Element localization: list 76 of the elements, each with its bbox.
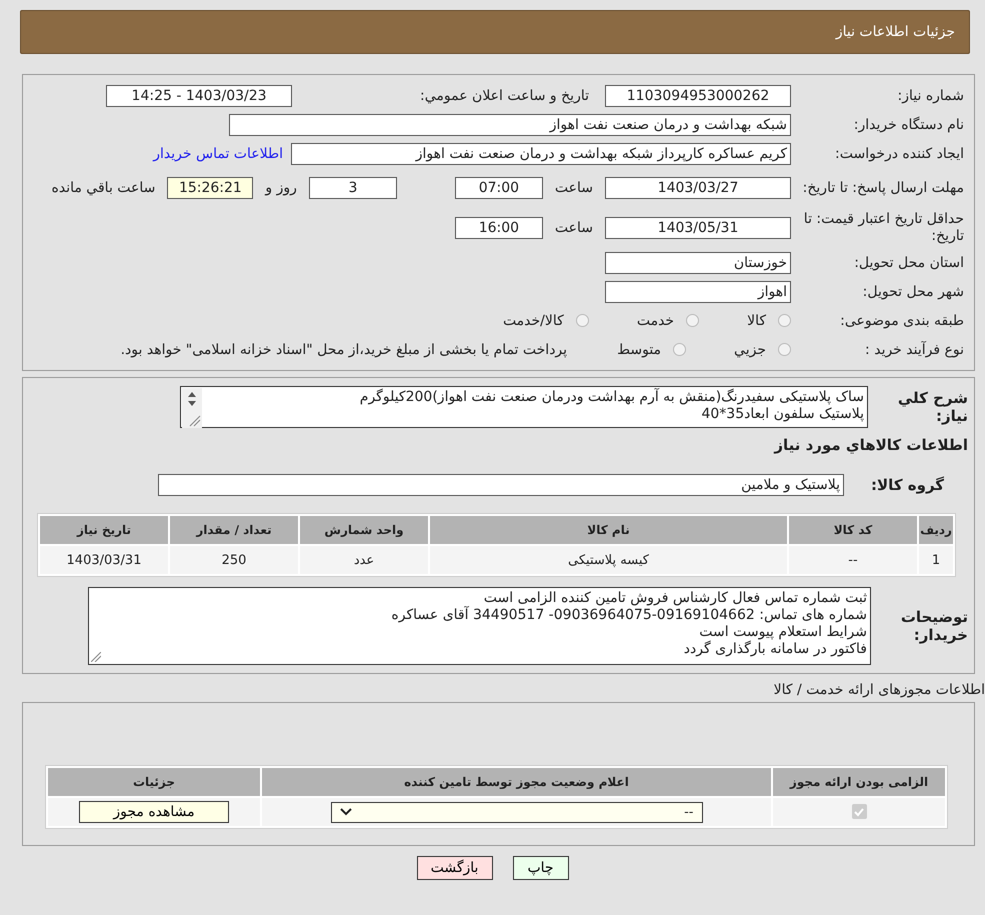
field-label: توضیحات خریدار: — [900, 608, 968, 644]
radio-button[interactable] — [686, 314, 700, 327]
column-header: تعداد / مقدار — [170, 516, 298, 544]
province-field: خوزستان — [605, 252, 791, 274]
checkbox[interactable] — [852, 804, 866, 820]
radio-button[interactable] — [778, 343, 791, 356]
days-field: 3 — [308, 177, 397, 199]
time-field: 07:00 — [454, 177, 543, 199]
section-title: اطلاعات كالاهاي مورد نياز — [772, 436, 968, 454]
option-label: خدمت — [636, 312, 674, 328]
field-label: ایجاد کننده درخواست: — [834, 146, 964, 162]
field-label: شهر محل تحویل: — [862, 284, 964, 300]
column-header: الزامی بودن ارائه مجوز — [773, 768, 945, 796]
field-label: استان محل تحویل: — [853, 254, 964, 270]
need-number-field: 1103094953000262 — [605, 84, 791, 106]
scroll-arrows-icon[interactable] — [182, 388, 202, 428]
table-cell: 1 — [919, 546, 953, 574]
days-label: روز و — [264, 180, 298, 196]
field-label: مهلت ارسال پاسخ: تا تاریخ: — [802, 180, 964, 196]
back-button[interactable]: بازگشت — [416, 856, 492, 880]
requester-field: کریم عساکره کارپرداز شبکه بهداشت و درمان صنعت نفت اهواز — [291, 142, 791, 164]
option-label: کالا — [747, 312, 766, 328]
time-label: ساعت — [554, 180, 594, 196]
goods-group-field: پلاستیک و ملامین — [158, 474, 844, 496]
column-header: ردیف — [919, 516, 953, 544]
column-header: جزئیات — [48, 768, 260, 796]
text-line: شرایط استعلام پیوست است — [698, 624, 867, 640]
city-field: اهواز — [605, 280, 791, 302]
field-label: تاریخ و ساعت اعلان عمومي: — [420, 88, 589, 104]
notes-textarea[interactable]: ثبت شماره تماس فعال کارشناس فروش تامین کننده الزامی است شماره های تماس: 09169104662-09036964075- 34490517 آقای عساکره شرایط استعلام پیوست است فاکتور در سامانه بارگذاری گردد — [88, 587, 871, 665]
date-field: 1403/03/27 — [605, 177, 791, 199]
column-header: نام کالا — [430, 516, 787, 544]
announce-date-field: 1403/03/23 - 14:25 — [106, 84, 292, 106]
payment-note: پرداخت تمام یا بخشی از مبلغ خرید،از محل "اسناد خزانه اسلامی" خواهد بود. — [120, 342, 568, 358]
date-field: 1403/05/31 — [605, 217, 791, 239]
section-title: اطلاعات مجوزهای ارائه خدمت / کالا — [772, 682, 985, 698]
buyer-contact-link[interactable]: اطلاعات تماس خریدار — [153, 146, 283, 162]
text-line: ثبت شماره تماس فعال کارشناس فروش تامین کننده الزامی است — [482, 590, 867, 607]
description-textarea[interactable]: ساک پلاستیکی سفیدرنگ(منقش به آرم بهداشت ودرمان صنعت نفت اهواز)200کیلوگرم پلاستیک سلفون ابعاد35*40 — [180, 386, 868, 428]
radio-button[interactable] — [778, 314, 791, 327]
field-label: طبقه بندی موضوعی: — [839, 312, 964, 328]
page-title: جزئیات اطلاعات نیاز — [836, 24, 955, 40]
field-label: حداقل تاریخ اعتبار قیمت: تا تاریخ: — [802, 211, 964, 245]
table-cell: -- — [789, 546, 917, 574]
view-license-button[interactable]: مشاهده مجوز — [79, 801, 229, 823]
buyer-org-field: شبکه بهداشت و درمان صنعت نفت اهواز — [229, 114, 791, 136]
radio-button[interactable] — [673, 343, 686, 356]
status-dropdown[interactable]: -- — [330, 802, 702, 822]
field-label: گروه کالا: — [870, 476, 945, 494]
text-line: فاکتور در سامانه بارگذاری گردد — [682, 641, 867, 658]
table-cell: کیسه پلاستیکی — [430, 546, 787, 574]
column-header: اعلام وضعیت مجوز توسط تامین کننده — [262, 768, 771, 796]
text-line: شماره های تماس: 09169104662-09036964075- 34490517 آقای عساکره — [390, 607, 867, 624]
option-label: جزيي — [734, 342, 766, 358]
column-header: واحد شمارش — [300, 516, 428, 544]
field-label: شماره نیاز: — [896, 88, 964, 104]
remaining-time-field: 15:26:21 — [167, 177, 254, 199]
remaining-label: ساعت باقي مانده — [50, 180, 156, 196]
text-line: پلاستیک سلفون ابعاد35*40 — [700, 406, 864, 423]
table-cell: 1403/03/31 — [40, 546, 168, 574]
field-label: شرح كلي نياز: — [896, 389, 968, 425]
option-label: متوسط — [617, 342, 662, 358]
column-header: تاریخ نیاز — [40, 516, 168, 544]
caret-icon — [340, 808, 352, 816]
text-line: ساک پلاستیکی سفیدرنگ(منقش به آرم بهداشت ودرمان صنعت نفت اهواز)200کیلوگرم — [358, 389, 864, 406]
time-field: 16:00 — [454, 217, 543, 239]
option-label: کالا/خدمت — [502, 312, 564, 328]
column-header: کد کالا — [789, 516, 917, 544]
time-label: ساعت — [554, 220, 594, 236]
field-label: نوع فرآیند خرید : — [864, 342, 964, 358]
print-button[interactable]: چاپ — [512, 856, 568, 880]
resize-grip-icon[interactable] — [91, 652, 101, 662]
table-cell: عدد — [300, 546, 428, 574]
radio-button[interactable] — [576, 314, 589, 327]
field-label: نام دستگاه خریدار: — [852, 116, 964, 132]
table-cell: 250 — [170, 546, 298, 574]
